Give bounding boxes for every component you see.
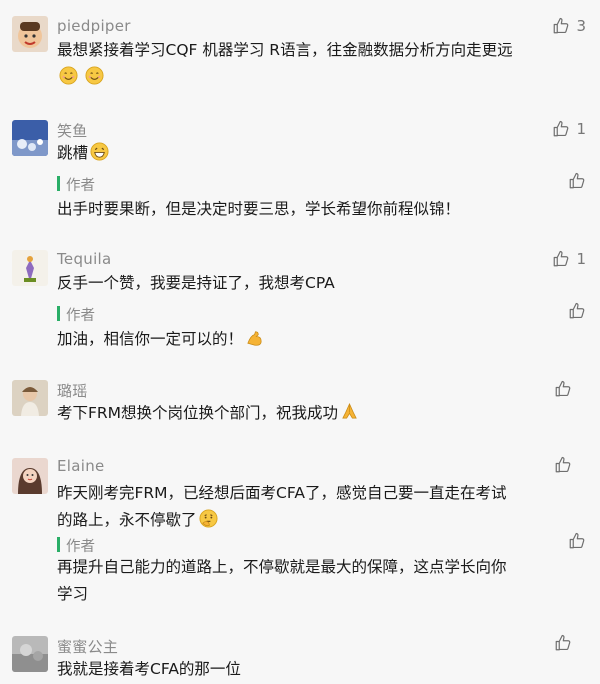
author-reply-text: 加油，相信你一定可以的！	[57, 326, 582, 353]
comment-text-content: 考下FRM想换个岗位换个部门，祝我成功	[57, 404, 339, 422]
reply-like-button[interactable]	[568, 172, 586, 190]
commenter-name[interactable]: Tequila	[57, 250, 112, 268]
author-reply-line: 再提升自己能力的道路上，不停歇就是最大的保障，这点学长向你	[57, 558, 507, 576]
pray-emoji-icon	[342, 402, 357, 419]
comment-text: 最想紧接着学习CQF 机器学习 R语言，往金融数据分析方向走更远	[57, 37, 577, 64]
commenter-name[interactable]: 笑鱼	[57, 120, 88, 141]
comment-text: 考下FRM想换个岗位换个部门，祝我成功	[57, 400, 577, 427]
author-reply-bar	[57, 176, 60, 191]
author-reply-bar	[57, 537, 60, 552]
like-count: 1	[576, 250, 586, 268]
author-label: 作者	[66, 539, 95, 555]
author-label: 作者	[66, 308, 95, 324]
avatar[interactable]	[12, 16, 48, 52]
thumbs-up-icon	[554, 634, 572, 652]
commenter-name[interactable]: 蜜蜜公主	[57, 636, 118, 657]
thumbs-up-icon	[554, 380, 572, 398]
thumbs-up-icon	[552, 17, 570, 35]
thumbs-up-icon	[552, 120, 570, 138]
like-button[interactable]: 3	[552, 17, 586, 35]
like-button[interactable]	[554, 380, 586, 398]
grin-emoji-icon	[90, 142, 109, 161]
thumbs-up-icon	[568, 532, 586, 550]
author-reply-text: 再提升自己能力的道路上，不停歇就是最大的保障，这点学长向你 学习	[57, 554, 582, 608]
author-label: 作者	[66, 178, 95, 194]
reply-like-button[interactable]	[568, 302, 586, 320]
like-count: 3	[576, 17, 586, 35]
avatar[interactable]	[12, 120, 48, 156]
comment-text-content: 最想紧接着学习CQF 机器学习 R语言，往金融数据分析方向走更远	[57, 41, 513, 59]
comment-text: 跳槽	[57, 140, 577, 167]
flexed-bicep-emoji-icon	[247, 331, 262, 346]
avatar[interactable]	[12, 636, 48, 672]
thinking-emoji-icon	[198, 509, 218, 528]
like-button[interactable]: 1	[552, 250, 586, 268]
like-button[interactable]	[554, 634, 586, 652]
comment-text: 我就是接着考CFA的那一位	[57, 660, 241, 678]
author-reply-line: 学习	[57, 585, 89, 603]
comment-text-line: 的路上，永不停歇了	[57, 507, 577, 534]
smile-emoji-icon	[59, 66, 78, 85]
avatar[interactable]	[12, 250, 48, 286]
commenter-name[interactable]: Elaine	[57, 457, 105, 475]
author-reply-bar	[57, 306, 60, 321]
author-reply-text: 出手时要果断，但是决定时要三思，学长希望你前程似锦！	[57, 200, 461, 218]
smile-emoji-icon	[85, 66, 104, 85]
avatar[interactable]	[12, 458, 48, 494]
reply-like-button[interactable]	[568, 532, 586, 550]
commenter-name[interactable]: 璐瑶	[57, 380, 88, 401]
comment-text: 昨天刚考完FRM，已经想后面考CFA了，感觉自己要一直走在考试 的路上，永不停歇…	[57, 480, 577, 534]
like-button[interactable]	[554, 456, 586, 474]
thumbs-up-icon	[568, 172, 586, 190]
commenter-name[interactable]: piedpiper	[57, 17, 131, 35]
thumbs-up-icon	[552, 250, 570, 268]
thumbs-up-icon	[554, 456, 572, 474]
like-count: 1	[576, 120, 586, 138]
thumbs-up-icon	[568, 302, 586, 320]
author-reply-content: 加油，相信你一定可以的！	[57, 330, 244, 348]
avatar[interactable]	[12, 380, 48, 416]
comment-text-line: 昨天刚考完FRM，已经想后面考CFA了，感觉自己要一直走在考试	[57, 484, 507, 502]
like-button[interactable]: 1	[552, 120, 586, 138]
emoji-row	[57, 66, 104, 86]
comment-text-content: 跳槽	[57, 144, 89, 162]
comment-text-content: 的路上，永不停歇了	[57, 511, 197, 529]
comment-text: 反手一个赞，我要是持证了，我想考CPA	[57, 274, 335, 292]
